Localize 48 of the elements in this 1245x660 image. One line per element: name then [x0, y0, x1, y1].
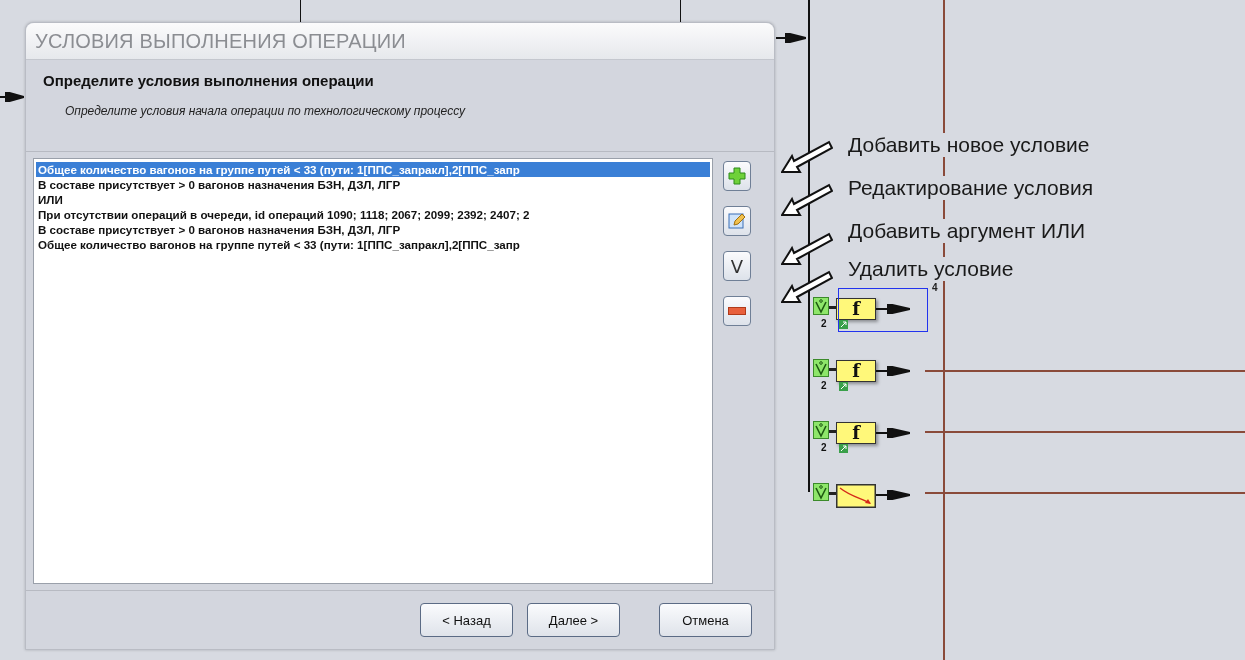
trend-block	[836, 484, 876, 508]
dialog-subtitle: Определите условия начала операции по технологическому процессу	[64, 104, 467, 118]
count-label: 2	[821, 442, 827, 453]
dialog-heading: Определите условия выполнения операции	[43, 72, 375, 89]
back-button[interactable]: < Назад	[420, 603, 513, 637]
window-title: УСЛОВИЯ ВЫПОЛНЕНИЯ ОПЕРАЦИИ	[35, 29, 406, 53]
connector-line	[829, 306, 836, 310]
arrow-icon	[876, 366, 910, 376]
plus-icon	[728, 167, 746, 185]
function-block: f	[836, 298, 876, 320]
count-label: 2	[821, 380, 827, 391]
link-icon	[839, 382, 848, 391]
link-icon	[839, 320, 848, 329]
count-label: 2	[821, 318, 827, 329]
corner-label: 4	[932, 282, 938, 293]
connector-line	[829, 430, 836, 434]
condition-icon	[813, 359, 829, 377]
annotation-label: Удалить условие	[848, 257, 1014, 281]
condition-icon	[813, 483, 829, 501]
condition-item[interactable]: Общее количество вагонов на группе путей < 33 (пути: 1[ППС_запракл],2[ППС_запр	[36, 162, 710, 177]
cancel-button[interactable]: Отмена	[659, 603, 752, 637]
connector-line	[829, 368, 836, 372]
arrow-icon	[876, 490, 910, 500]
next-button[interactable]: Далее >	[527, 603, 620, 637]
edit-icon	[728, 212, 746, 230]
condition-icon	[813, 421, 829, 439]
condition-item[interactable]: В составе присутствует > 0 вагонов назначения БЗН, ДЗЛ, ЛГР	[36, 222, 710, 237]
function-block: f	[836, 360, 876, 382]
add-button[interactable]	[723, 161, 751, 191]
connector-line	[829, 492, 836, 496]
remove-button[interactable]	[723, 296, 751, 326]
arrow-icon	[0, 92, 24, 102]
condition-icon	[813, 297, 829, 315]
arrow-icon	[776, 33, 806, 43]
annotation-label: Редактирование условия	[848, 176, 1093, 200]
condition-item[interactable]: В составе присутствует > 0 вагонов назначения БЗН, ДЗЛ, ЛГР	[36, 177, 710, 192]
condition-item[interactable]: При отсутствии операций в очереди, id операций 1090; 1118; 2067; 2099; 2392; 2407; 2	[36, 207, 710, 222]
or-button[interactable]: V	[723, 251, 751, 281]
annotation-label: Добавить аргумент ИЛИ	[848, 219, 1086, 243]
arrow-icon	[876, 428, 910, 438]
arrow-icon	[876, 304, 910, 314]
link-icon	[839, 444, 848, 453]
function-block: f	[836, 422, 876, 444]
edit-button[interactable]	[723, 206, 751, 236]
condition-item[interactable]: Общее количество вагонов на группе путей < 33 (пути: 1[ППС_запракл],2[ППС_запр	[36, 237, 710, 252]
condition-item[interactable]: ИЛИ	[36, 192, 710, 207]
annotation-label: Добавить новое условие	[848, 133, 1090, 157]
minus-icon	[728, 307, 746, 315]
